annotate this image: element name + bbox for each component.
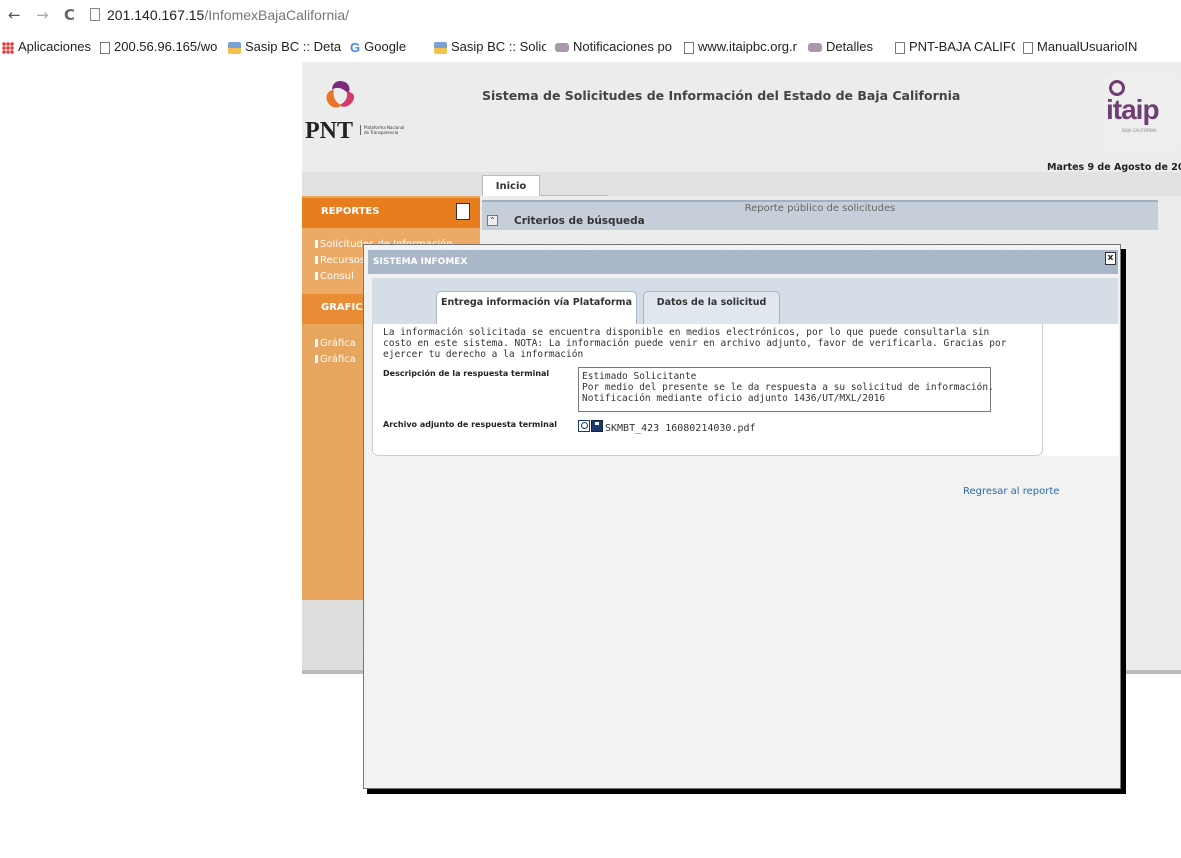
bookmark-label: PNT-BAJA CALIFO: [909, 39, 1015, 54]
bookmark-label: www.itaipbc.org.r: [698, 39, 797, 54]
attachment-actions: [578, 420, 608, 434]
bookmark-label: ManualUsuarioIN: [1037, 39, 1138, 54]
save-disk-icon[interactable]: [591, 420, 603, 432]
url-path: /InfomexBajaCalifornia/: [204, 7, 350, 23]
itaip-logo: itaip BAJA CALIFORNIA: [1102, 74, 1181, 154]
apps-icon: [2, 41, 14, 54]
itaip-text: itaip: [1106, 94, 1160, 125]
bookmark-label: Notificaciones po: [573, 39, 672, 54]
google-icon: G: [350, 40, 361, 56]
page-title: Sistema de Solicitudes de Información de…: [482, 88, 961, 103]
report-header: Reporte público de solicitudes ⌃ Criteri…: [482, 200, 1158, 230]
infomex-dialog: SISTEMA INFOMEX x Entrega información ví…: [363, 244, 1121, 789]
report-title: Reporte público de solicitudes: [744, 203, 896, 214]
description-line: Por medio del presente se le da respuest…: [582, 382, 994, 393]
sasip-icon: [228, 41, 241, 54]
pnt-subtitle: Plataforma Nacional de Transparencia: [360, 125, 410, 135]
document-icon[interactable]: [456, 203, 470, 220]
document-icon: [684, 41, 694, 54]
dialog-tab-bar: Entrega información vía Plataforma Datos…: [372, 278, 1118, 324]
bookmark-sasip-solicitud[interactable]: Sasip BC :: Solicitu: [434, 39, 546, 54]
sasip-icon: [434, 41, 447, 54]
bookmark-label: Sasip BC :: Solicitu: [451, 39, 546, 54]
tab-inicio[interactable]: Inicio: [482, 175, 540, 196]
pnt-logo: PNT Plataforma Nacional de Transparencia: [305, 78, 415, 150]
bookmark-label: Google: [364, 39, 407, 54]
document-icon: [1023, 41, 1033, 54]
sidebar-item-grafica-1[interactable]: Gráfica: [315, 338, 356, 349]
tab-datos-solicitud[interactable]: Datos de la solicitud: [643, 291, 780, 324]
itaip-icon: [808, 43, 822, 53]
search-criteria-label: Criterios de búsqueda: [514, 215, 645, 227]
pnt-flower-icon: [326, 81, 355, 108]
bookmark-sasip-detalle[interactable]: Sasip BC :: Detalle: [228, 39, 341, 54]
bookmark-label: Detalles: [826, 39, 873, 54]
description-line: Estimado Solicitante: [582, 371, 697, 382]
description-label: Descripción de la respuesta terminal: [383, 369, 550, 378]
document-icon: [100, 41, 110, 54]
url-field[interactable]: 201.140.167.15/InfomexBajaCalifornia/: [107, 7, 349, 23]
url-host: 201.140.167.15: [107, 7, 205, 23]
bookmark-200-56-96-165[interactable]: 200.56.96.165/wo: [100, 39, 217, 54]
browser-address-bar: ← → C 201.140.167.15/InfomexBajaCaliforn…: [0, 0, 1181, 32]
bookmark-notificaciones[interactable]: Notificaciones po: [555, 39, 675, 54]
bookmarks-bar: Aplicaciones 200.56.96.165/wo Sasip BC :…: [0, 36, 1181, 62]
description-textarea[interactable]: Estimado Solicitante Por medio del prese…: [578, 367, 994, 412]
description-line: Notificación mediante oficio adjunto 143…: [582, 393, 886, 404]
sidebar-reportes-label: REPORTES: [321, 206, 380, 217]
main-tab-bar: [302, 172, 1181, 196]
itaip-icon: [555, 43, 569, 53]
close-icon[interactable]: x: [1105, 252, 1116, 265]
dialog-titlebar: SISTEMA INFOMEX: [368, 250, 1118, 274]
preview-magnifier-icon[interactable]: [578, 420, 590, 432]
sidebar-item-recursos[interactable]: Recursos: [314, 255, 365, 266]
availability-notice: La información solicitada se encuentra d…: [383, 327, 1007, 360]
bookmark-label: 200.56.96.165/wo: [114, 39, 217, 54]
itaip-subtitle: BAJA CALIFORNIA: [1122, 128, 1157, 133]
bookmark-apps[interactable]: Aplicaciones: [2, 39, 91, 54]
reload-icon[interactable]: C: [64, 6, 75, 24]
sidebar-item-grafica-2[interactable]: Gráfica: [315, 354, 356, 365]
sidebar-item-consultas[interactable]: Consul: [315, 271, 354, 282]
page-document-icon: [90, 8, 100, 21]
bookmark-label: Sasip BC :: Detalle: [245, 39, 341, 54]
back-to-report-link[interactable]: Regresar al reporte: [963, 486, 1059, 497]
bookmark-google[interactable]: G Google: [350, 39, 425, 55]
bookmark-itaipbc[interactable]: www.itaipbc.org.r: [684, 39, 800, 54]
back-arrow-icon[interactable]: ←: [8, 6, 21, 24]
collapse-chevron-icon[interactable]: ⌃: [487, 215, 498, 226]
forward-arrow-icon[interactable]: →: [36, 6, 49, 24]
bookmark-detalles[interactable]: Detalles: [808, 39, 888, 54]
attachment-file-link[interactable]: SKMBT_423 16080214030.pdf: [605, 423, 756, 434]
bookmark-label: Aplicaciones: [18, 39, 91, 54]
dialog-body: La información solicitada se encuentra d…: [372, 324, 1119, 456]
attachment-label: Archivo adjunto de respuesta terminal: [383, 420, 557, 429]
tab-divider: [540, 195, 608, 196]
document-icon: [895, 41, 905, 54]
pnt-letters: PNT: [305, 118, 353, 144]
response-panel: La información solicitada se encuentra d…: [372, 324, 1043, 456]
tab-entrega-informacion[interactable]: Entrega información vía Plataforma: [436, 291, 637, 324]
dialog-title: SISTEMA INFOMEX: [373, 257, 468, 267]
bookmark-pnt-baja[interactable]: PNT-BAJA CALIFO: [895, 39, 1015, 54]
bookmark-manual[interactable]: ManualUsuarioIN: [1023, 39, 1181, 54]
